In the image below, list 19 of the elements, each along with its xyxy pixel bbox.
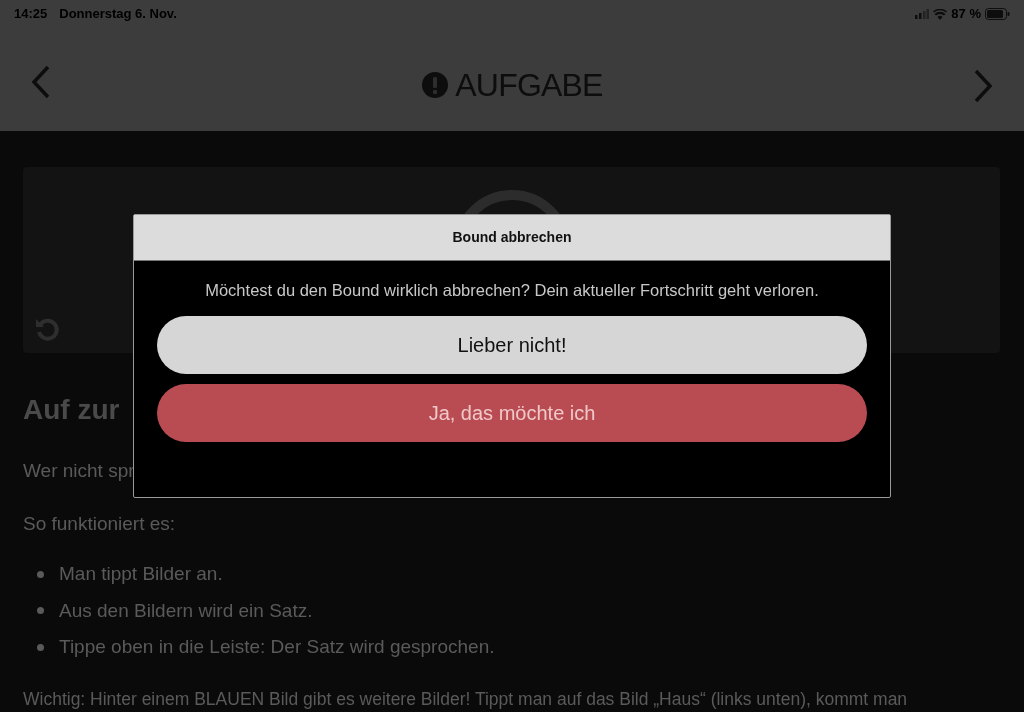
cancel-button[interactable]: Lieber nicht!	[157, 315, 867, 374]
battery-percentage: 87 %	[951, 5, 981, 24]
list-item: Aus den Bildern wird ein Satz.	[59, 598, 313, 623]
exclamation-circle-icon	[421, 70, 450, 99]
signal-icon	[915, 9, 930, 19]
status-date: Donnerstag 6. Nov.	[59, 5, 177, 24]
chevron-left-icon	[31, 64, 51, 99]
battery-icon	[985, 8, 1010, 20]
paragraph: Wichtig: Hinter einem BLAUEN Bild gibt es weitere Bilder! Tippt man auf das Bild „Haus“ (links unten), kommt man	[23, 687, 909, 711]
list-item: Man tippt Bilder an.	[59, 562, 223, 586]
section-heading: Auf zur	[23, 393, 120, 427]
wifi-icon	[933, 8, 948, 20]
dialog-message: Möchtest du den Bound wirklich abbrechen? Dein aktueller Fortschritt geht verloren.	[204, 280, 820, 301]
list-item: Tippe oben in die Leiste: Der Satz wird gesprochen.	[59, 635, 495, 659]
paragraph: So funktioniert es:	[23, 511, 177, 536]
paragraph: Wer nicht spr	[23, 459, 136, 483]
status-time: 14:25	[14, 5, 48, 24]
dialog-title: Bound abbrechen	[452, 228, 572, 247]
chevron-right-icon	[973, 68, 993, 103]
